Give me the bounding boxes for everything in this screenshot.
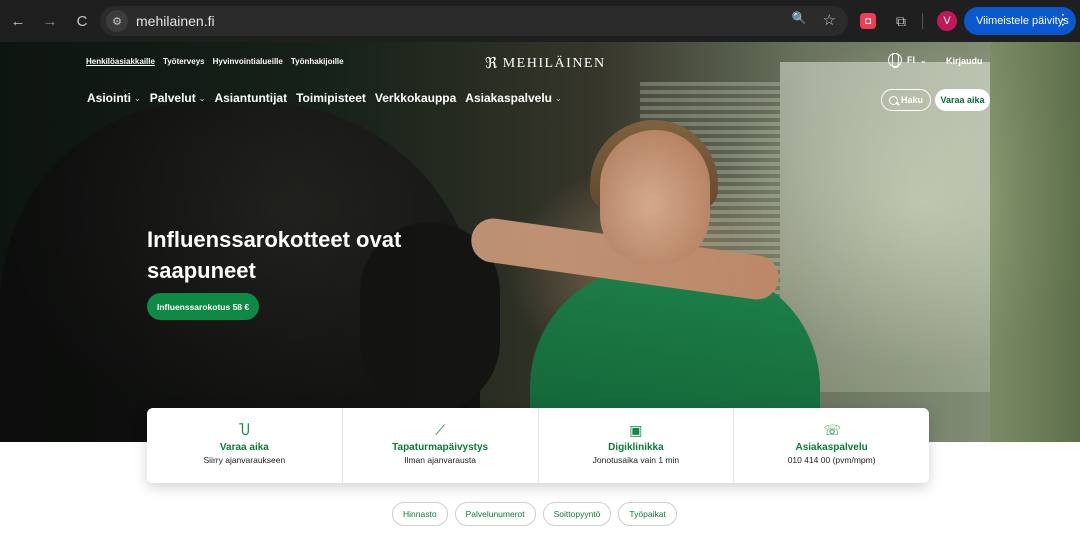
brand-name: MEHILÄINEN xyxy=(502,55,606,71)
nav-item-toimipisteet[interactable]: Toimipisteet xyxy=(296,91,366,105)
login-link[interactable]: Kirjaudu xyxy=(946,56,983,66)
card-title: Asiakaspalvelu xyxy=(795,442,868,453)
bandage-icon: ⟋ xyxy=(435,422,446,438)
globe-icon xyxy=(888,53,902,68)
site-settings-icon[interactable]: ⚙ xyxy=(106,10,128,32)
audience-link-wellbeing-areas[interactable]: Hyvinvointialueille xyxy=(213,57,283,66)
search-icon xyxy=(888,95,898,105)
browser-menu-icon[interactable]: ⋮ xyxy=(1056,11,1070,28)
card-subtitle: Jonotusaika vain 1 min xyxy=(592,455,680,465)
audience-link-occupational-health[interactable]: Työterveys xyxy=(163,57,205,66)
back-icon[interactable]: ← xyxy=(4,7,32,35)
card-subtitle: Siirry ajanvaraukseen xyxy=(203,455,286,465)
quick-link-callback-request[interactable]: Soittopyyntö xyxy=(542,502,612,526)
book-appointment-button[interactable]: Varaa aika xyxy=(935,89,990,111)
pocket-extension-icon[interactable]: ◘ xyxy=(860,13,876,29)
address-bar[interactable]: ⚙ mehilainen.fi 🔍 ☆ xyxy=(100,6,848,36)
card-subtitle: Ilman ajanvarausta xyxy=(404,455,477,465)
search-label: Haku xyxy=(900,95,923,105)
forward-icon[interactable]: → xyxy=(36,7,64,35)
quick-link-jobs[interactable]: Työpaikat xyxy=(618,502,677,526)
card-title: Digiklinikka xyxy=(608,442,664,453)
hero-banner: Henkilöasiakkaille Työterveys Hyvinvoint… xyxy=(0,42,1080,442)
card-title: Varaa aika xyxy=(219,442,269,453)
card-digiclinic[interactable]: ▣ Digiklinikka Jonotusaika vain 1 min xyxy=(539,408,735,483)
brand-logo[interactable]: ℜ MEHILÄINEN xyxy=(485,54,606,73)
language-code: FI xyxy=(907,55,915,65)
zoom-icon[interactable]: 🔍 xyxy=(792,11,807,29)
nav-item-label: Asiointi xyxy=(87,91,131,105)
card-emergency[interactable]: ⟋ Tapaturmapäivystys Ilman ajanvarausta xyxy=(343,408,539,483)
toolbar-divider xyxy=(922,13,923,29)
flu-vaccine-cta-button[interactable]: Influenssarokotus 58 € xyxy=(147,293,260,320)
card-title: Tapaturmapäivystys xyxy=(392,442,489,453)
nav-item-palvelut[interactable]: Palvelut ⌄ xyxy=(150,91,206,105)
url-text[interactable]: mehilainen.fi xyxy=(136,13,215,29)
profile-avatar[interactable]: V xyxy=(937,11,957,31)
browser-toolbar: ← → C ⚙ mehilainen.fi 🔍 ☆ ◘ ⧉ V Viimeist… xyxy=(0,0,1080,42)
nav-item-label: Verkkokauppa xyxy=(374,91,457,105)
hero-title: Influenssarokotteet ovat saapuneet xyxy=(147,227,402,283)
main-nav: Asiointi ⌄ Palvelut ⌄ Asiantuntijat Toim… xyxy=(87,91,562,105)
search-button[interactable]: Haku xyxy=(881,89,931,111)
nav-item-label: Toimipisteet xyxy=(296,91,366,105)
chat-icon: ▣ xyxy=(629,422,643,438)
nav-item-label: Asiantuntijat xyxy=(214,91,288,105)
nav-item-asiantuntijat[interactable]: Asiantuntijat xyxy=(214,91,287,105)
quick-links: Hinnasto Palvelunumerot Soittopyyntö Työ… xyxy=(392,502,677,526)
nav-item-asiakaspalvelu[interactable]: Asiakaspalvelu ⌄ xyxy=(465,91,561,105)
mehilainen-logo-icon: ℜ xyxy=(485,56,499,72)
chevron-down-icon: ⌄ xyxy=(198,93,206,103)
update-label: Viimeistele päivitys xyxy=(976,15,1069,27)
nav-item-label: Palvelut xyxy=(149,91,196,105)
headset-icon: ☏ xyxy=(823,422,842,438)
reload-icon[interactable]: C xyxy=(68,7,96,35)
update-button[interactable]: Viimeistele päivitys ⋮ xyxy=(964,7,1076,35)
card-customer-service[interactable]: ☏ Asiakaspalvelu 010 414 00 (pvm/mpm) xyxy=(734,408,929,483)
bookmark-star-icon[interactable]: ☆ xyxy=(823,11,836,29)
chevron-down-icon: ⌄ xyxy=(555,93,562,103)
chevron-down-icon: ⌄ xyxy=(134,93,141,103)
stethoscope-icon: Ⴎ xyxy=(238,422,250,438)
language-selector[interactable]: FI ⌄ xyxy=(888,53,927,68)
chevron-down-icon: ⌄ xyxy=(920,55,927,65)
quick-link-service-numbers[interactable]: Palvelunumerot xyxy=(454,502,536,526)
audience-link-individuals[interactable]: Henkilöasiakkaille xyxy=(86,57,155,66)
audience-link-job-seekers[interactable]: Työnhakijoille xyxy=(291,57,344,66)
nav-item-asiointi[interactable]: Asiointi ⌄ xyxy=(87,91,141,105)
extensions-puzzle-icon[interactable]: ⧉ xyxy=(891,11,911,31)
quick-link-price-list[interactable]: Hinnasto xyxy=(392,502,448,526)
card-subtitle: 010 414 00 (pvm/mpm) xyxy=(787,455,876,465)
audience-nav: Henkilöasiakkaille Työterveys Hyvinvoint… xyxy=(86,57,344,66)
service-cards: Ⴎ Varaa aika Siirry ajanvaraukseen ⟋ Tap… xyxy=(147,408,929,483)
card-book-appointment[interactable]: Ⴎ Varaa aika Siirry ajanvaraukseen xyxy=(147,408,343,483)
nav-item-label: Asiakaspalvelu xyxy=(465,91,552,105)
nav-item-verkkokauppa[interactable]: Verkkokauppa xyxy=(375,91,456,105)
